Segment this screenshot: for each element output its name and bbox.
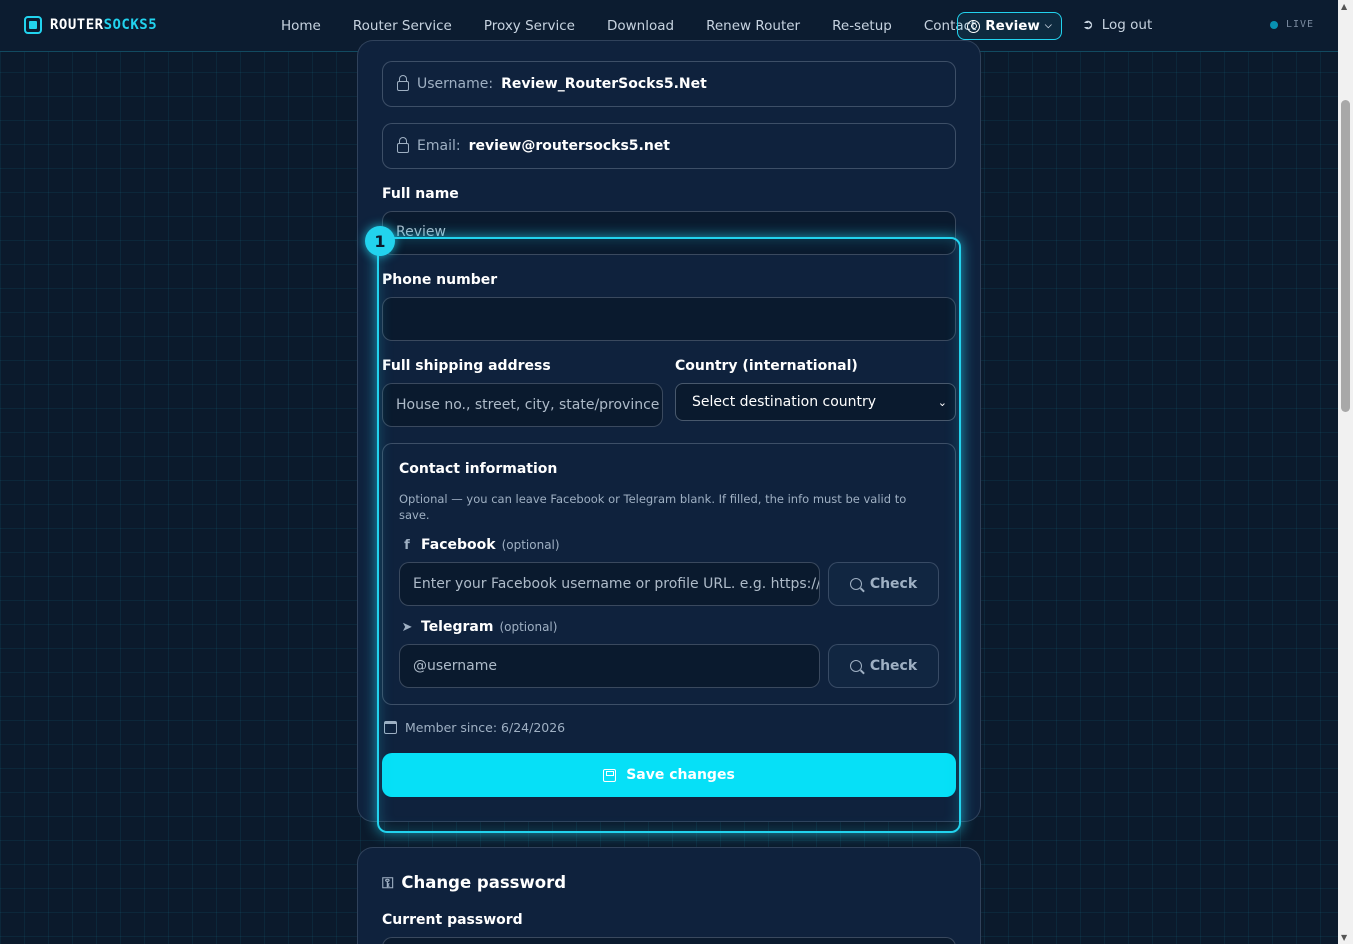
country-label: Country (international): [675, 358, 858, 374]
address-label: Full shipping address: [382, 358, 551, 374]
chevron-down-icon: ⌄: [937, 395, 947, 409]
facebook-input[interactable]: Enter your Facebook username or profile …: [399, 562, 820, 606]
current-password-input[interactable]: [382, 937, 956, 944]
country-select[interactable]: Select destination country ⌄: [675, 383, 956, 421]
address-input[interactable]: House no., street, city, state/province: [382, 383, 663, 427]
logout-icon: ➲: [1082, 17, 1094, 33]
logout-label: Log out: [1101, 17, 1153, 33]
lock-icon: [397, 75, 409, 91]
telegram-optional-hint: (optional): [499, 620, 558, 634]
check-facebook-button[interactable]: Check: [828, 562, 939, 606]
username-label: Username:: [417, 76, 494, 92]
chevron-down-icon: ⌵: [1044, 21, 1052, 31]
change-password-title: Change password: [401, 873, 567, 892]
nav-re-setup[interactable]: Re-setup: [816, 18, 908, 34]
key-icon: ⚿: [382, 873, 394, 892]
scroll-up-arrow-icon[interactable]: ▲: [1341, 2, 1347, 11]
check-telegram-button[interactable]: Check: [828, 644, 939, 688]
send-icon: ➤: [401, 619, 413, 635]
nav-proxy-service[interactable]: Proxy Service: [468, 18, 591, 34]
live-label: LIVE: [1286, 19, 1315, 30]
telegram-label-row: ➤ Telegram (optional): [399, 619, 558, 635]
username-display: Username: Review_RouterSocks5.Net: [382, 61, 956, 107]
facebook-icon: f: [404, 537, 410, 553]
scroll-down-arrow-icon[interactable]: ▼: [1341, 933, 1347, 942]
change-password-card: [357, 847, 981, 944]
member-since-text: Member since: 6/24/2026: [405, 720, 566, 735]
contact-info-title: Contact information: [399, 461, 558, 477]
phone-label: Phone number: [382, 272, 498, 288]
save-changes-button[interactable]: Save changes: [382, 753, 956, 797]
highlight-number-badge: 1: [365, 226, 395, 256]
fullname-input[interactable]: Review: [382, 211, 956, 255]
account-label: Review: [985, 18, 1040, 34]
search-icon: [849, 660, 862, 672]
fullname-label: Full name: [382, 186, 459, 202]
email-label: Email:: [417, 138, 461, 154]
page-scrollbar[interactable]: ▲ ▼: [1338, 0, 1353, 944]
nav-download[interactable]: Download: [591, 18, 690, 34]
live-status: LIVE: [1270, 19, 1314, 30]
check-label: Check: [869, 576, 918, 592]
save-icon: [603, 768, 617, 782]
telegram-label: Telegram: [421, 619, 494, 635]
facebook-optional-hint: (optional): [501, 538, 560, 552]
nav-renew-router[interactable]: Renew Router: [690, 18, 816, 34]
member-since: Member since: 6/24/2026: [384, 720, 565, 735]
email-value: review@routersocks5.net: [468, 138, 671, 154]
email-display: Email: review@routersocks5.net: [382, 123, 956, 169]
logout-link[interactable]: ➲ Log out: [1082, 17, 1152, 33]
search-icon: [849, 578, 862, 590]
phone-input[interactable]: [382, 297, 956, 341]
contact-info-description: Optional — you can leave Facebook or Tel…: [399, 492, 907, 522]
current-password-label: Current password: [382, 912, 523, 928]
check-label: Check: [869, 658, 918, 674]
change-password-title-row: ⚿ Change password: [382, 873, 566, 892]
country-selected-value: Select destination country: [692, 394, 877, 410]
chip-icon: [24, 16, 42, 34]
brand-name: ROUTERSOCKS5: [50, 17, 158, 33]
username-value: Review_RouterSocks5.Net: [501, 76, 707, 92]
nav-home[interactable]: Home: [265, 18, 337, 34]
telegram-input[interactable]: @username: [399, 644, 820, 688]
save-changes-label: Save changes: [626, 767, 735, 783]
facebook-label-row: f Facebook (optional): [399, 537, 560, 553]
facebook-label: Facebook: [421, 537, 496, 553]
nav-router-service[interactable]: Router Service: [337, 18, 468, 34]
brand-logo[interactable]: ROUTERSOCKS5: [24, 16, 157, 34]
scrollbar-thumb[interactable]: [1341, 100, 1350, 412]
calendar-icon: [384, 721, 397, 734]
user-circle-icon: [967, 19, 981, 33]
status-dot-icon: [1270, 20, 1278, 29]
account-menu-button[interactable]: Review ⌵: [957, 12, 1062, 40]
lock-icon: [397, 137, 409, 153]
